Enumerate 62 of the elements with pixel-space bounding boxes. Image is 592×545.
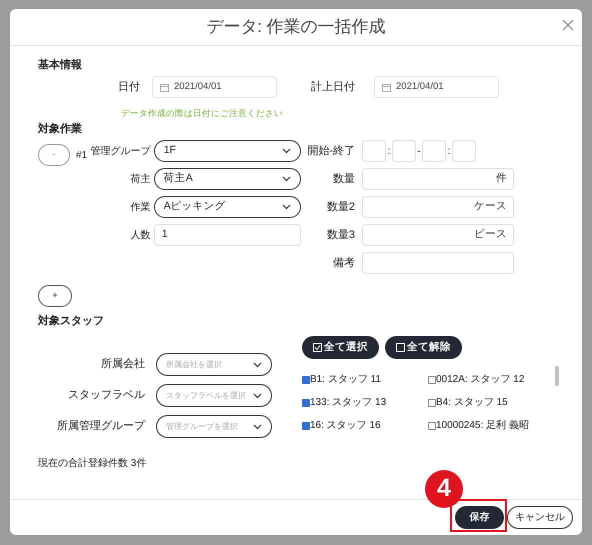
section-heading: 対象作業: [38, 122, 83, 135]
time-separator: :: [386, 144, 392, 158]
field-label: 管理グループ: [90, 144, 151, 158]
input-field[interactable]: ピース: [362, 224, 514, 246]
date-field[interactable]: 2021/04/01: [374, 76, 499, 98]
field-label: 所属会社: [100, 357, 145, 372]
dialog-title: データ: 作業の一括作成: [206, 16, 386, 38]
input-field[interactable]: 件: [362, 168, 514, 190]
chevron-down-icon: [282, 176, 291, 182]
calendar-icon: [382, 82, 391, 92]
field-label: 数量: [332, 172, 355, 187]
staff-checkbox[interactable]: 0012A: スタッフ 12: [428, 372, 558, 387]
time-input[interactable]: [452, 140, 476, 162]
field-label: 作業: [130, 200, 151, 214]
chevron-down-icon: [282, 204, 291, 210]
select-field[interactable]: Aピッキング: [154, 196, 301, 218]
input-field[interactable]: 1: [154, 224, 301, 246]
section-heading: 対象スタッフ: [38, 314, 105, 327]
field-label: 備考: [332, 256, 355, 271]
checkbox-checked-icon: [313, 343, 322, 352]
field-label: スタッフラベル: [67, 388, 145, 404]
select-all-button[interactable]: 全て選択: [302, 336, 379, 359]
select-field[interactable]: 1F: [154, 140, 301, 162]
time-input[interactable]: [392, 140, 416, 162]
staff-checkbox[interactable]: B4: スタッフ 15: [428, 395, 558, 410]
staff-checkbox[interactable]: B1: スタッフ 11: [302, 372, 428, 387]
field-label: 荷主: [130, 172, 151, 186]
field-label: 日付: [117, 80, 140, 95]
staff-checkbox[interactable]: 10000245: 足利 義昭: [428, 418, 558, 433]
input-field[interactable]: ケース: [362, 196, 514, 218]
cancel-button[interactable]: キャンセル: [507, 506, 573, 529]
chevron-down-icon: [282, 148, 291, 154]
chevron-down-icon: [253, 392, 262, 398]
date-field[interactable]: 2021/04/01: [152, 76, 277, 98]
field-label: 開始-終了: [306, 144, 355, 159]
total-count: 現在の合計登録件数 3件: [38, 456, 148, 471]
clear-all-button[interactable]: 全て解除: [385, 336, 462, 359]
time-separator: :: [446, 144, 452, 158]
staff-checkbox[interactable]: 16: スタッフ 16: [302, 418, 428, 433]
input-field[interactable]: [362, 252, 514, 274]
time-input[interactable]: [362, 140, 386, 162]
field-label: 計上日付: [310, 80, 355, 95]
field-label: 所属管理グループ: [56, 418, 145, 434]
scrollbar-thumb[interactable]: [555, 366, 559, 386]
time-separator: -: [416, 144, 422, 158]
save-button[interactable]: 保存: [455, 506, 504, 529]
time-input[interactable]: [422, 140, 446, 162]
checkbox-icon: [396, 343, 405, 352]
select-field[interactable]: 荷主A: [154, 168, 301, 190]
calendar-icon: [160, 82, 169, 92]
staff-checkbox[interactable]: 133: スタッフ 13: [302, 395, 428, 410]
chevron-down-icon: [253, 362, 262, 368]
close-icon: [562, 19, 574, 31]
entry-number: #1: [76, 149, 88, 163]
field-label: 数量2: [326, 200, 355, 215]
close-button[interactable]: [562, 19, 574, 31]
section-heading: 基本情報: [38, 58, 83, 71]
add-entry-button[interactable]: +: [38, 285, 72, 307]
field-label: 人数: [130, 228, 151, 242]
chevron-down-icon: [253, 424, 262, 430]
date-note: データ作成の際は日付にご注意ください: [121, 107, 284, 119]
field-label: 数量3: [326, 228, 355, 243]
